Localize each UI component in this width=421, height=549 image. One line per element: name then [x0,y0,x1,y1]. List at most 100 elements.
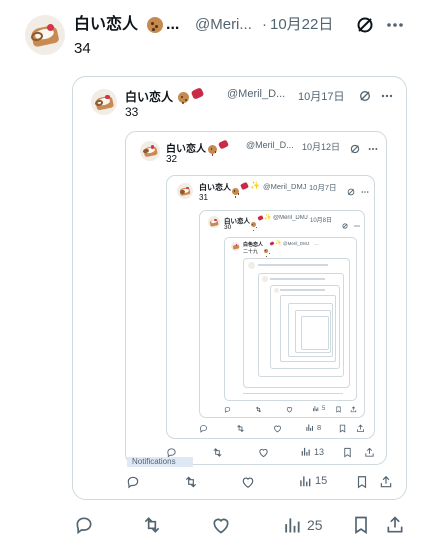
user-handle: @Meril_DMJ [273,215,308,221]
post-text: 34 [74,40,91,57]
cookie-emoji-icon [232,188,239,196]
avatar [262,276,268,282]
display-name-ellipsis: ... [166,16,180,33]
quoted-post-3[interactable]: 白い恋人 ✨ @Meril_DMJ 10月7日 31 白い恋人 ✨ @Meril… [166,175,375,439]
sparkles-emoji-icon: ✨ [264,215,272,221]
quoted-post-11[interactable] [295,310,331,353]
bookmark-button[interactable] [342,447,353,458]
sparkles-emoji-icon: ✨ [250,181,260,190]
grok-icon[interactable] [359,89,371,107]
like-button[interactable] [286,406,293,413]
quoted-post-8[interactable] [270,285,340,369]
avatar [208,216,220,228]
grok-icon[interactable] [342,216,348,234]
share-button[interactable] [364,447,375,458]
more-options-icon[interactable] [381,89,393,107]
more-options-icon[interactable] [368,141,378,159]
bookmark-button[interactable] [338,424,347,433]
user-handle[interactable]: @Meri... [195,14,252,36]
bookmark-button[interactable] [355,475,369,489]
candy-emoji-icon [217,139,230,150]
retweet-button[interactable] [255,406,262,413]
cookie-emoji-icon [147,17,163,33]
post-date: ... [315,241,319,246]
quoted-post-10[interactable] [288,303,333,357]
post-date[interactable]: 10月22日 [270,14,333,36]
quoted-post-4[interactable]: 白い恋人 ✨ @Meril_DMJ 10月8日 30 白色恋人 ✨ @Meril… [199,210,365,418]
action-bar-placeholder [243,393,343,394]
views-count: 13 [314,446,325,457]
post-text: 30 [224,224,232,231]
grok-icon[interactable] [350,141,360,159]
post-date: 10月17日 [298,91,345,103]
post-text: 33 [125,105,139,119]
avatar [177,183,193,199]
retweet-button[interactable] [142,515,165,535]
like-button[interactable] [211,515,234,535]
post-date: 10月7日 [309,183,337,192]
candy-emoji-icon [240,181,249,191]
share-button[interactable] [379,475,393,489]
views-button[interactable]: 5 [312,405,325,412]
more-options-icon[interactable] [361,183,369,201]
views-count: 15 [315,475,328,487]
quoted-post-2[interactable]: 白い恋人 @Meril_D... 10月12日 32 白い恋人 ✨ @Meril… [125,131,387,465]
more-options-icon[interactable] [354,216,360,234]
post-text: 二十九 [243,249,259,255]
more-options-icon[interactable] [386,16,404,34]
reply-button[interactable] [224,406,231,413]
share-button[interactable] [385,515,405,535]
display-name: 白い恋人 [166,144,206,155]
post-date: 10月8日 [310,218,333,224]
like-button[interactable] [241,475,255,489]
quoted-post-6[interactable] [243,258,350,388]
reply-button[interactable] [126,475,140,489]
avatar [248,262,255,269]
like-button[interactable] [273,424,282,433]
display-name: 白い恋人 [125,90,174,104]
quoted-post-1[interactable]: 白い恋人 @Meril_D... 10月17日 33 白い恋人 @Meril_D… [72,76,407,500]
views-button[interactable]: 25 [282,515,323,535]
reply-button[interactable] [199,424,208,433]
bookmark-button[interactable] [335,406,342,413]
reply-button[interactable] [74,515,97,535]
user-handle: @Meril_D... [227,88,286,100]
display-name[interactable]: 白い恋人 [74,14,138,36]
post-header-placeholder [280,289,325,291]
views-button[interactable]: 13 [300,446,324,457]
display-name: 白い恋人 [199,183,231,192]
views-count: 25 [307,517,323,533]
cookie-emoji-icon [178,92,189,104]
views-count: 8 [317,423,322,432]
views-button[interactable]: 8 [305,423,321,432]
post-text: 31 [199,193,208,202]
like-button[interactable] [258,447,269,458]
candy-emoji-icon [269,241,275,246]
quoted-post-12[interactable] [301,316,329,350]
post-header-placeholder [258,264,328,266]
retweet-button[interactable] [212,447,223,458]
quoted-post-7[interactable] [258,273,344,377]
quoted-post-5[interactable]: 白色恋人 ✨ @Meril_DMJ ... 二十九 [224,237,357,401]
views-button[interactable]: 15 [298,474,327,488]
candy-emoji-icon [257,215,264,221]
avatar[interactable] [25,15,65,55]
notifications-label[interactable]: Notifications [127,457,193,467]
grok-icon[interactable] [347,183,355,201]
user-handle: @Meril_DMJ [263,182,307,191]
avatar [274,288,279,293]
cookie-emoji-icon [251,222,256,228]
cookie-emoji-icon [208,145,217,155]
avatar [231,242,240,251]
views-count: 5 [322,405,326,412]
share-button[interactable] [356,424,365,433]
retweet-button[interactable] [184,475,198,489]
retweet-button[interactable] [236,424,245,433]
share-button[interactable] [350,406,357,413]
grok-icon[interactable] [356,16,374,34]
user-handle: @Meril_D... [246,140,294,150]
post-text: 32 [166,154,178,165]
bookmark-button[interactable] [351,515,371,535]
quoted-post-9[interactable] [280,295,336,362]
sparkles-emoji-icon: ✨ [275,240,282,246]
